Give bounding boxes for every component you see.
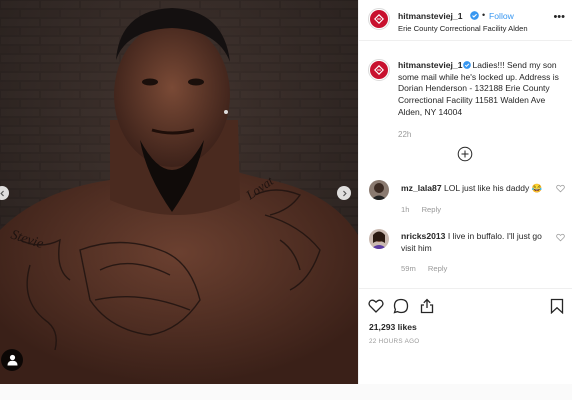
- avatar-image: [369, 229, 389, 249]
- verified-badge-icon: [463, 60, 472, 69]
- instagram-post: Stevie Lovat hitmansteviej_1 • Follow Er…: [0, 0, 572, 384]
- bookmark-icon[interactable]: [549, 298, 565, 314]
- tagged-users-button[interactable]: [1, 349, 23, 371]
- follow-button[interactable]: Follow: [489, 11, 514, 21]
- comment-icon[interactable]: [393, 298, 409, 314]
- caption-timestamp[interactable]: 22h: [398, 130, 411, 139]
- page-bottom-strip: [0, 384, 572, 400]
- avatar-image: [369, 180, 389, 200]
- user-tag-icon: [7, 354, 17, 366]
- post-sidebar: hitmansteviej_1 • Follow Erie County Cor…: [358, 0, 572, 384]
- commenter-avatar[interactable]: [369, 229, 389, 249]
- post-timestamp[interactable]: 22 HOURS AGO: [369, 338, 420, 345]
- share-icon[interactable]: [419, 298, 435, 314]
- more-options-icon[interactable]: •••: [553, 11, 565, 23]
- heart-icon[interactable]: [368, 298, 384, 314]
- comment-meta: 59m Reply: [401, 264, 457, 273]
- commenter-username[interactable]: nricks2013: [401, 231, 445, 241]
- reply-button[interactable]: Reply: [422, 205, 441, 214]
- load-more-comments-icon[interactable]: [457, 146, 473, 162]
- verified-badge-icon: [470, 11, 479, 20]
- caption-username[interactable]: hitmansteviej_1: [398, 60, 462, 70]
- separator-dot: •: [482, 10, 486, 20]
- comment-text: mz_lala87 LOL just like his daddy 😂: [401, 183, 551, 195]
- next-photo-button[interactable]: [337, 186, 351, 200]
- comment-time[interactable]: 1h: [401, 205, 409, 214]
- post-header: hitmansteviej_1 • Follow Erie County Cor…: [359, 0, 572, 41]
- chevron-left-icon: [0, 190, 4, 196]
- comment-body: LOL just like his daddy: [444, 183, 530, 193]
- commenter-username[interactable]: mz_lala87: [401, 183, 442, 193]
- caption-text: hitmansteviej_1 Ladies!!! Send my son som…: [398, 60, 566, 119]
- heart-icon[interactable]: [556, 184, 565, 193]
- comment-emoji: 😂: [531, 183, 543, 193]
- post-location[interactable]: Erie County Correctional Facility Alden: [398, 24, 528, 33]
- comment-text: nricks2013 I live in buffalo. I'll just …: [401, 231, 551, 254]
- heart-icon[interactable]: [556, 233, 565, 242]
- reply-button[interactable]: Reply: [428, 264, 447, 273]
- like-count[interactable]: 21,293 likes: [369, 322, 417, 332]
- brand-logo-icon: [374, 65, 384, 75]
- comment-meta: 1h Reply: [401, 205, 451, 214]
- post-actions: 21,293 likes 22 HOURS AGO: [359, 288, 572, 384]
- brand-logo-icon: [374, 14, 384, 24]
- post-photo[interactable]: Stevie Lovat: [0, 0, 358, 384]
- caption-avatar[interactable]: [368, 59, 390, 81]
- photo-illustration: Stevie Lovat: [0, 0, 358, 384]
- commenter-avatar[interactable]: [369, 180, 389, 200]
- chevron-right-icon: [342, 190, 347, 196]
- author-avatar[interactable]: [368, 8, 390, 30]
- author-username[interactable]: hitmansteviej_1: [398, 11, 462, 21]
- comment-time[interactable]: 59m: [401, 264, 416, 273]
